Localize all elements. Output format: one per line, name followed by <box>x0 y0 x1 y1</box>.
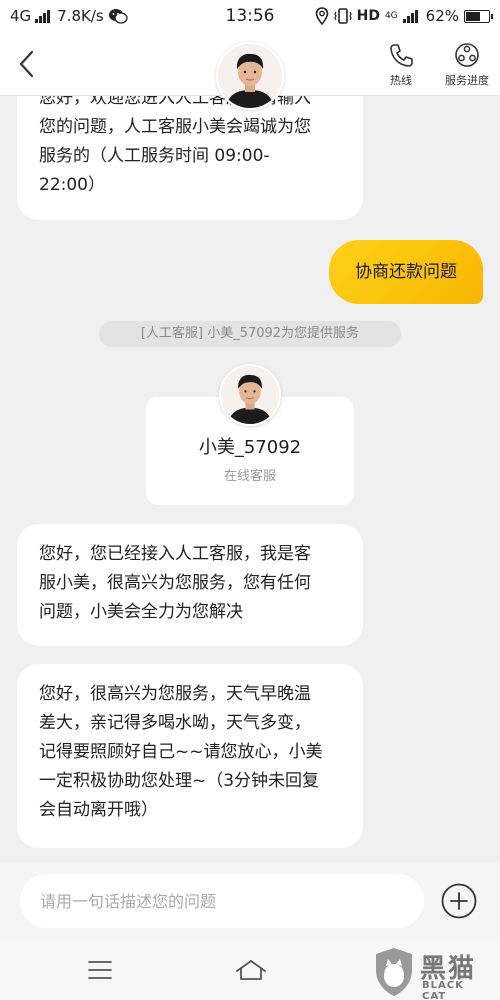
system-notice-text: [人工客服] 小美_57092为您提供服务 <box>140 326 360 341</box>
status-right: HD 4G 62% <box>315 7 493 25</box>
message-line: 会自动离开哦） <box>39 800 158 820</box>
menu-button[interactable] <box>86 957 114 983</box>
location-icon <box>315 7 328 25</box>
message-line: 一定积极协助您处理~（3分钟未回复 <box>39 771 320 791</box>
message-bubble-outgoing: 协商还款问题 <box>329 240 483 304</box>
signal-icon-2 <box>402 9 418 23</box>
phone-icon <box>390 44 413 67</box>
agent-role: 在线客服 <box>223 469 276 484</box>
input-bar <box>0 862 500 940</box>
plus-circle-icon <box>441 883 477 919</box>
message-line: 服小美，很高兴为您服务，您有任何 <box>39 573 311 593</box>
agent-avatar-image <box>221 366 279 424</box>
message-text: 协商还款问题 <box>355 262 457 282</box>
hotline-button[interactable]: 热线 <box>366 42 436 88</box>
watermark-subtext: BLACK CAT <box>422 980 464 1000</box>
service-progress-button[interactable]: 服务进度 <box>432 42 500 88</box>
back-button[interactable] <box>10 46 46 82</box>
agent-card-avatar <box>219 364 281 426</box>
add-attachment-button[interactable] <box>440 882 478 920</box>
message-bubble-incoming: 您好，欢迎您进入人工客服，请输入 您的问题，人工客服小美会竭诚为您 服务的（人工… <box>17 96 363 220</box>
message-input[interactable] <box>20 874 424 928</box>
message-line: 差大，亲记得多喝水呦，天气多变， <box>39 713 311 733</box>
agent-avatar-image <box>218 44 282 108</box>
message-line: 您的问题，人工客服小美会竭诚为您 <box>39 117 311 137</box>
hotline-label: 热线 <box>390 74 412 87</box>
message-line: 服务的（人工服务时间 09:00- <box>39 146 270 166</box>
black-cat-watermark: 黑猫 BLACK CAT <box>372 944 490 1000</box>
chevron-left-icon <box>19 50 34 78</box>
cat-shield-icon <box>376 948 412 996</box>
service-progress-label: 服务进度 <box>445 74 489 87</box>
menu-icon <box>88 961 112 979</box>
system-notice: [人工客服] 小美_57092为您提供服务 <box>99 321 401 347</box>
message-bubble-incoming: 您好，很高兴为您服务，天气早晚温 差大，亲记得多喝水呦，天气多变， 记得要照顾好… <box>17 664 363 848</box>
network-4g-small: 4G <box>384 10 398 21</box>
chat-area[interactable]: 您好，欢迎您进入人工客服，请输入 您的问题，人工客服小美会竭诚为您 服务的（人工… <box>0 96 500 862</box>
status-bar: 4G 7.8K/s 13:56 HD 4G 62% <box>0 0 500 34</box>
message-bubble-incoming: 您好，您已经接入人工客服，我是客 服小美，很高兴为您服务，您有任何 问题，小美会… <box>17 524 363 646</box>
message-line: 您好，很高兴为您服务，天气早晚温 <box>39 684 311 704</box>
agent-avatar <box>216 42 284 110</box>
hd-badge: HD <box>356 8 380 24</box>
agent-name: 小美_57092 <box>198 437 302 458</box>
battery-percent: 62% <box>425 7 459 25</box>
message-line: 您好，欢迎您进入人工客服，请输入 <box>39 96 311 108</box>
service-progress-icon <box>455 43 479 67</box>
vibrate-icon <box>333 8 352 24</box>
message-line: 22:00） <box>39 175 105 195</box>
home-icon <box>236 960 266 980</box>
battery-icon <box>464 9 493 23</box>
home-button[interactable] <box>234 957 268 983</box>
message-line: 您好，您已经接入人工客服，我是客 <box>39 544 311 564</box>
message-line: 记得要照顾好自己~~请您放心，小美 <box>39 742 323 762</box>
message-line: 问题，小美会全力为您解决 <box>39 602 243 622</box>
system-nav-bar: 黑猫 BLACK CAT <box>0 940 500 1000</box>
